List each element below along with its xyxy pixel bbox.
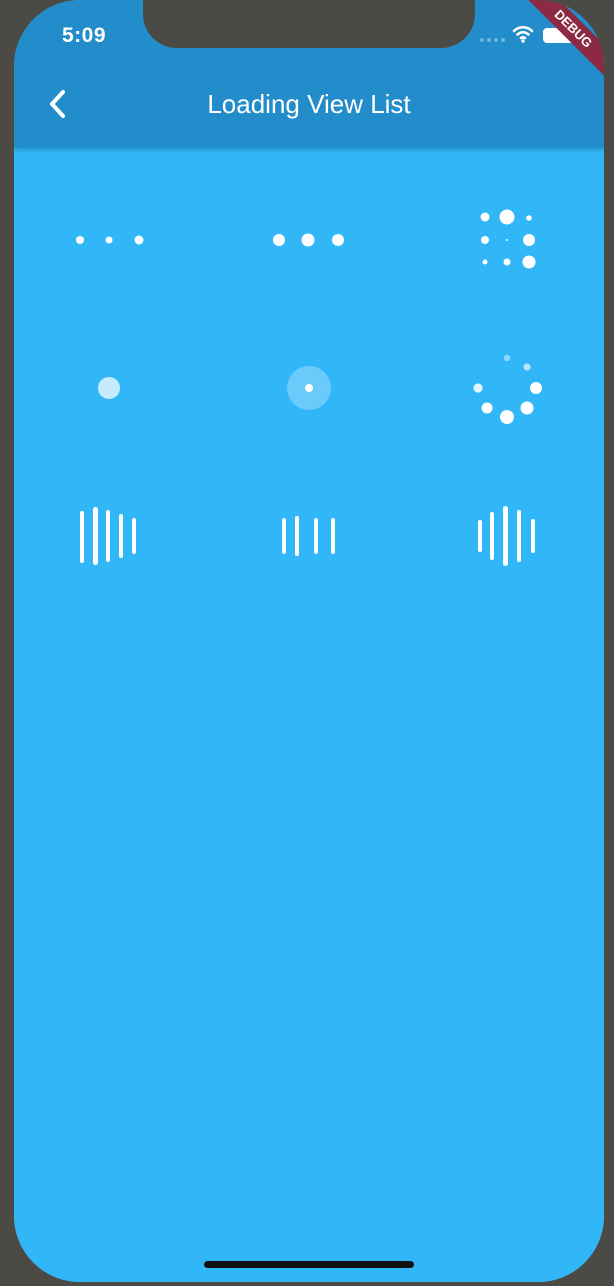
three-bouncing-dots-loader[interactable]	[64, 200, 154, 280]
ripple-dot-loader[interactable]	[264, 348, 354, 428]
bars-large-loader[interactable]	[64, 496, 154, 576]
page-title: Loading View List	[207, 89, 411, 119]
single-dot-loader[interactable]	[64, 348, 154, 428]
loading-view-grid	[14, 148, 604, 1282]
device-notch	[143, 0, 475, 48]
status-time: 5:09	[62, 24, 107, 47]
bars-small-loader[interactable]	[264, 496, 354, 576]
dot-spinner-grid-loader[interactable]	[464, 200, 554, 280]
phone-screen: 5:09 Loading View List DEBUG	[14, 0, 604, 1282]
signal-icon	[480, 38, 508, 44]
wifi-icon	[512, 25, 534, 43]
three-pulse-dots-loader[interactable]	[264, 200, 354, 280]
home-indicator[interactable]	[204, 1261, 414, 1268]
circular-dot-spinner-loader[interactable]	[464, 348, 554, 428]
bars-wave-loader[interactable]	[464, 496, 554, 576]
